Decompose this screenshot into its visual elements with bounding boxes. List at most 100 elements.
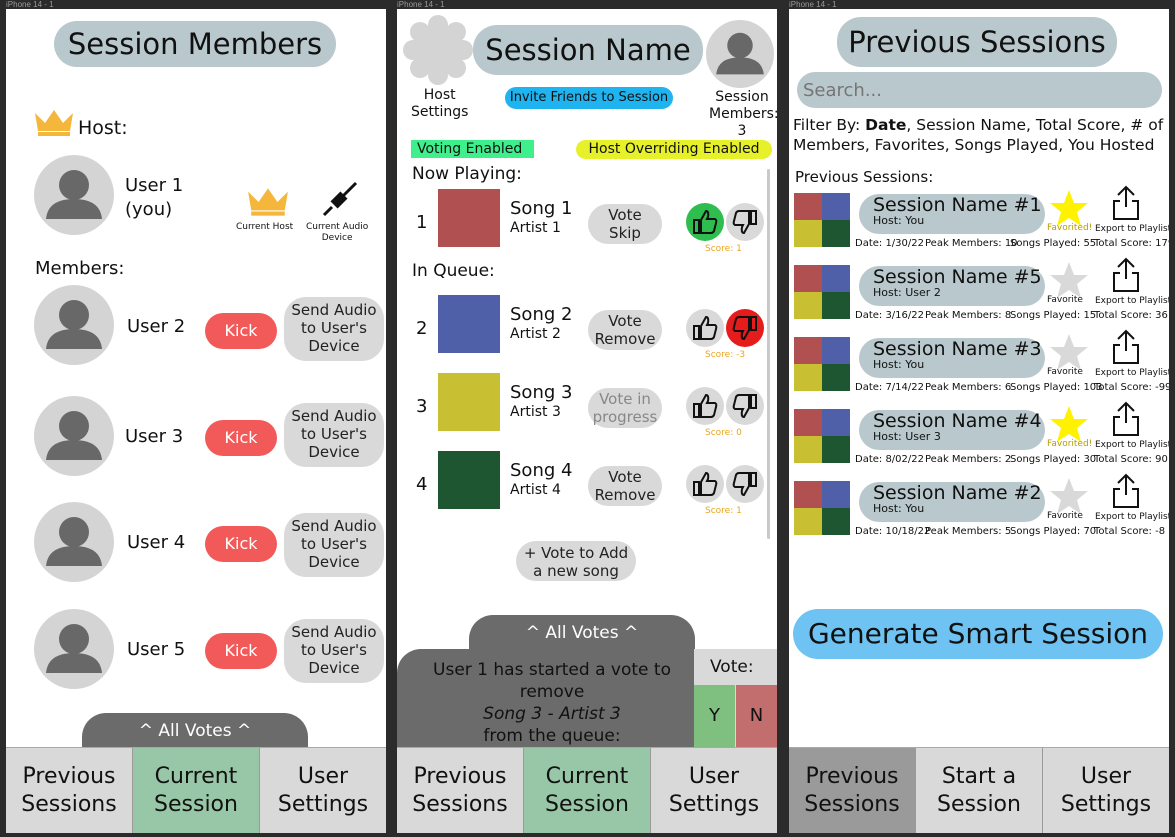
tab-current-session[interactable]: Current Session bbox=[524, 748, 651, 833]
song-artist: Artist 2 bbox=[510, 326, 561, 342]
kick-button[interactable]: Kick bbox=[205, 633, 277, 669]
album-cover bbox=[438, 189, 500, 247]
album-cover bbox=[438, 373, 500, 431]
tab-current-session[interactable]: Current Session bbox=[133, 748, 260, 833]
song-title: Song 2 bbox=[510, 304, 573, 325]
song-number: 1 bbox=[416, 212, 428, 233]
song-title: Song 3 bbox=[510, 382, 573, 403]
host-overriding-badge[interactable]: Host Overriding Enabled bbox=[576, 140, 772, 159]
session-name: Session Name #5 bbox=[873, 266, 1042, 288]
vote-yes-button[interactable]: Y bbox=[694, 685, 735, 747]
thumbs-up-icon[interactable] bbox=[686, 203, 724, 241]
share-export-icon[interactable] bbox=[1111, 473, 1141, 509]
session-name: Session Name #3 bbox=[873, 338, 1042, 360]
thumbs-down-icon[interactable] bbox=[726, 203, 764, 241]
session-date: Date: 10/18/22 bbox=[855, 526, 931, 537]
kick-button[interactable]: Kick bbox=[205, 420, 277, 456]
invite-friends-button[interactable]: Invite Friends to Session bbox=[505, 87, 673, 109]
kick-button[interactable]: Kick bbox=[205, 526, 277, 562]
thumbs-up-icon[interactable] bbox=[686, 387, 724, 425]
tab-user-settings[interactable]: User Settings bbox=[1043, 748, 1169, 833]
scrollbar[interactable] bbox=[767, 169, 770, 539]
vote-panel: User 1 has started a vote to remove Song… bbox=[397, 649, 777, 749]
song-title: Song 4 bbox=[510, 460, 573, 481]
avatar[interactable] bbox=[34, 609, 114, 689]
star-outline-icon[interactable] bbox=[1048, 332, 1090, 372]
session-date: Date: 3/16/22 bbox=[855, 310, 924, 321]
current-audio-label: Current Audio Device bbox=[306, 222, 369, 243]
gear-icon[interactable] bbox=[403, 15, 473, 85]
previous-sessions-label: Previous Sessions: bbox=[795, 168, 934, 186]
share-export-icon[interactable] bbox=[1111, 257, 1141, 293]
favorite-label: Favorite bbox=[1047, 295, 1083, 305]
avatar[interactable] bbox=[34, 502, 114, 582]
tab-previous-sessions[interactable]: Previous Sessions bbox=[397, 748, 524, 833]
session-total-score: Total Score: -8 bbox=[1094, 526, 1166, 537]
share-export-icon[interactable] bbox=[1111, 401, 1141, 437]
send-audio-button[interactable]: Send Audio to User's Device bbox=[284, 619, 384, 683]
song-artist: Artist 1 bbox=[510, 220, 561, 236]
session-cover bbox=[794, 337, 850, 391]
send-audio-button[interactable]: Send Audio to User's Device bbox=[284, 403, 384, 467]
vote-no-button[interactable]: N bbox=[736, 685, 777, 747]
share-export-icon[interactable] bbox=[1111, 329, 1141, 365]
star-outline-icon[interactable] bbox=[1048, 260, 1090, 300]
session-name-pill[interactable]: Session Name #1 Host: You bbox=[859, 194, 1045, 234]
frame-label: iPhone 14 - 1 bbox=[789, 0, 837, 9]
song-title: Song 1 bbox=[510, 198, 573, 219]
share-export-icon[interactable] bbox=[1111, 185, 1141, 221]
song-artist: Artist 4 bbox=[510, 482, 561, 498]
export-label: Export to Playlist bbox=[1095, 224, 1169, 234]
current-host-label: Current Host bbox=[236, 222, 294, 232]
avatar[interactable] bbox=[34, 285, 114, 365]
send-audio-button[interactable]: Send Audio to User's Device bbox=[284, 297, 384, 361]
star-outline-icon[interactable] bbox=[1048, 476, 1090, 516]
thumbs-up-icon[interactable] bbox=[686, 465, 724, 503]
session-name: Session Name #1 bbox=[873, 194, 1042, 216]
session-songs-played: Songs Played: 15 bbox=[1010, 310, 1097, 321]
star-filled-icon[interactable] bbox=[1048, 404, 1090, 444]
thumbs-down-icon[interactable] bbox=[726, 309, 764, 347]
filter-options[interactable]: Filter By: Date, Session Name, Total Sco… bbox=[793, 115, 1163, 155]
thumbs-down-icon[interactable] bbox=[726, 387, 764, 425]
tab-user-settings[interactable]: User Settings bbox=[651, 748, 777, 833]
crown-icon bbox=[35, 110, 73, 136]
thumbs-down-icon[interactable] bbox=[726, 465, 764, 503]
now-playing-label: Now Playing: bbox=[412, 164, 522, 184]
session-date: Date: 1/30/22 bbox=[855, 238, 924, 249]
vote-action-button[interactable]: Vote Remove bbox=[588, 310, 662, 350]
search-input[interactable] bbox=[797, 72, 1162, 108]
avatar[interactable] bbox=[34, 155, 114, 235]
members-avatar[interactable] bbox=[706, 20, 774, 88]
session-name-pill[interactable]: Session Name #2 Host: You bbox=[859, 482, 1045, 522]
vote-action-button[interactable]: Vote Skip bbox=[588, 204, 662, 244]
avatar[interactable] bbox=[34, 396, 114, 476]
vote-message: User 1 has started a vote to remove Song… bbox=[433, 660, 671, 746]
session-name-pill[interactable]: Session Name #4 Host: User 3 bbox=[859, 410, 1045, 450]
star-filled-icon[interactable] bbox=[1048, 188, 1090, 228]
session-peak-members: Peak Members: 10 bbox=[925, 238, 1018, 249]
tab-previous-sessions[interactable]: Previous Sessions bbox=[789, 748, 916, 833]
host-label: Host: bbox=[78, 117, 128, 139]
vote-label: Vote: bbox=[710, 657, 754, 677]
tab-user-settings[interactable]: User Settings bbox=[260, 748, 386, 833]
vote-action-button[interactable]: Vote Remove bbox=[588, 466, 662, 506]
tab-previous-sessions[interactable]: Previous Sessions bbox=[6, 748, 133, 833]
session-members-count[interactable]: Session Members: 3 bbox=[709, 89, 777, 140]
session-name-pill[interactable]: Session Name #5 Host: User 2 bbox=[859, 266, 1045, 306]
song-score: Score: 1 bbox=[705, 506, 742, 516]
generate-smart-session-button[interactable]: Generate Smart Session bbox=[793, 609, 1163, 659]
vote-action-button[interactable]: Vote in progress bbox=[588, 388, 662, 428]
session-total-score: Total Score: 36 bbox=[1094, 310, 1168, 321]
voting-enabled-badge[interactable]: Voting Enabled bbox=[411, 140, 534, 158]
tab-start-session[interactable]: Start a Session bbox=[916, 748, 1043, 833]
session-host: Host: You bbox=[873, 214, 925, 227]
kick-button[interactable]: Kick bbox=[205, 313, 277, 349]
session-name-pill[interactable]: Session Name #3 Host: You bbox=[859, 338, 1045, 378]
add-song-button[interactable]: + Vote to Add a new song bbox=[516, 541, 636, 581]
session-cover bbox=[794, 193, 850, 247]
session-total-score: Total Score: 179 bbox=[1094, 238, 1169, 249]
send-audio-button[interactable]: Send Audio to User's Device bbox=[284, 513, 384, 577]
favorite-label: Favorite bbox=[1047, 511, 1083, 521]
thumbs-up-icon[interactable] bbox=[686, 309, 724, 347]
